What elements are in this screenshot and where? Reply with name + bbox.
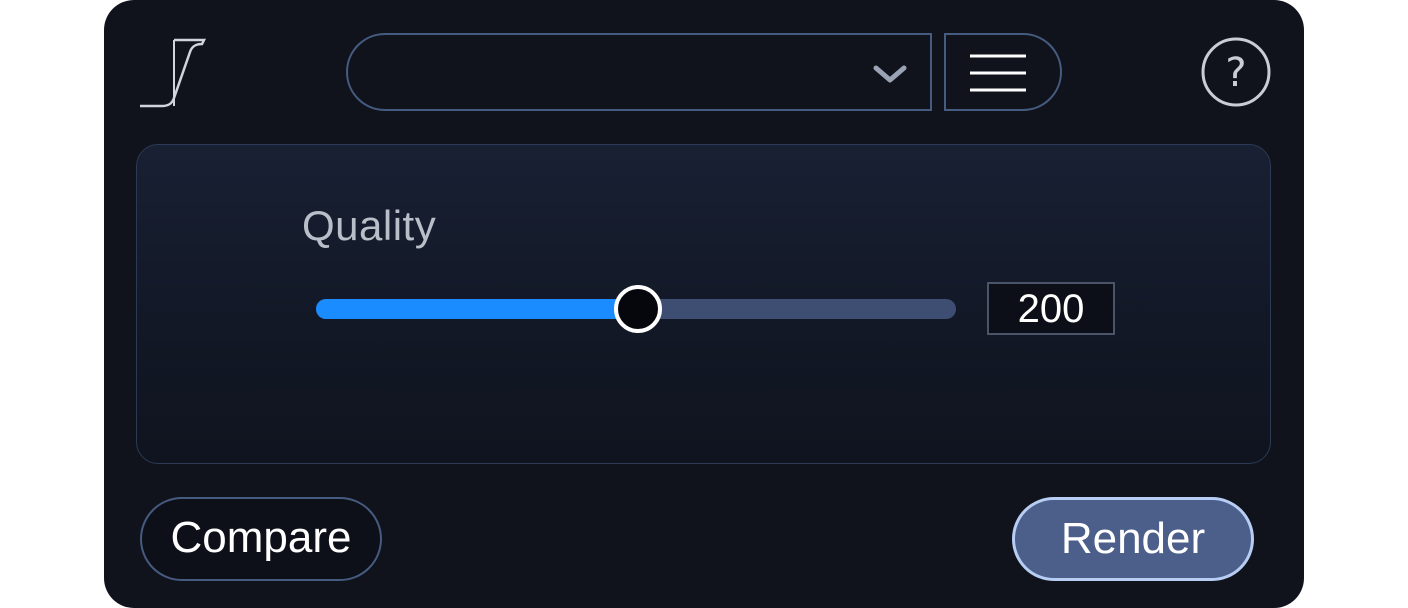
compare-button[interactable]: Compare (140, 497, 382, 581)
help-label: ? (1225, 50, 1246, 96)
chevron-down-icon[interactable] (872, 62, 908, 86)
slider-fill (316, 299, 636, 319)
hamburger-menu-icon (970, 54, 1026, 92)
quality-value-field[interactable]: 200 (987, 282, 1115, 335)
preset-dropdown[interactable] (346, 33, 932, 111)
quality-slider[interactable] (316, 282, 956, 336)
render-button[interactable]: Render (1012, 497, 1254, 581)
help-icon[interactable]: ? (1200, 36, 1272, 108)
quality-label: Quality (302, 202, 437, 249)
s-curve-logo-icon (140, 38, 207, 108)
plugin-window: ? Quality 200 Compare Render (104, 0, 1304, 608)
menu-button[interactable] (944, 33, 1062, 111)
slider-thumb[interactable] (614, 285, 662, 333)
